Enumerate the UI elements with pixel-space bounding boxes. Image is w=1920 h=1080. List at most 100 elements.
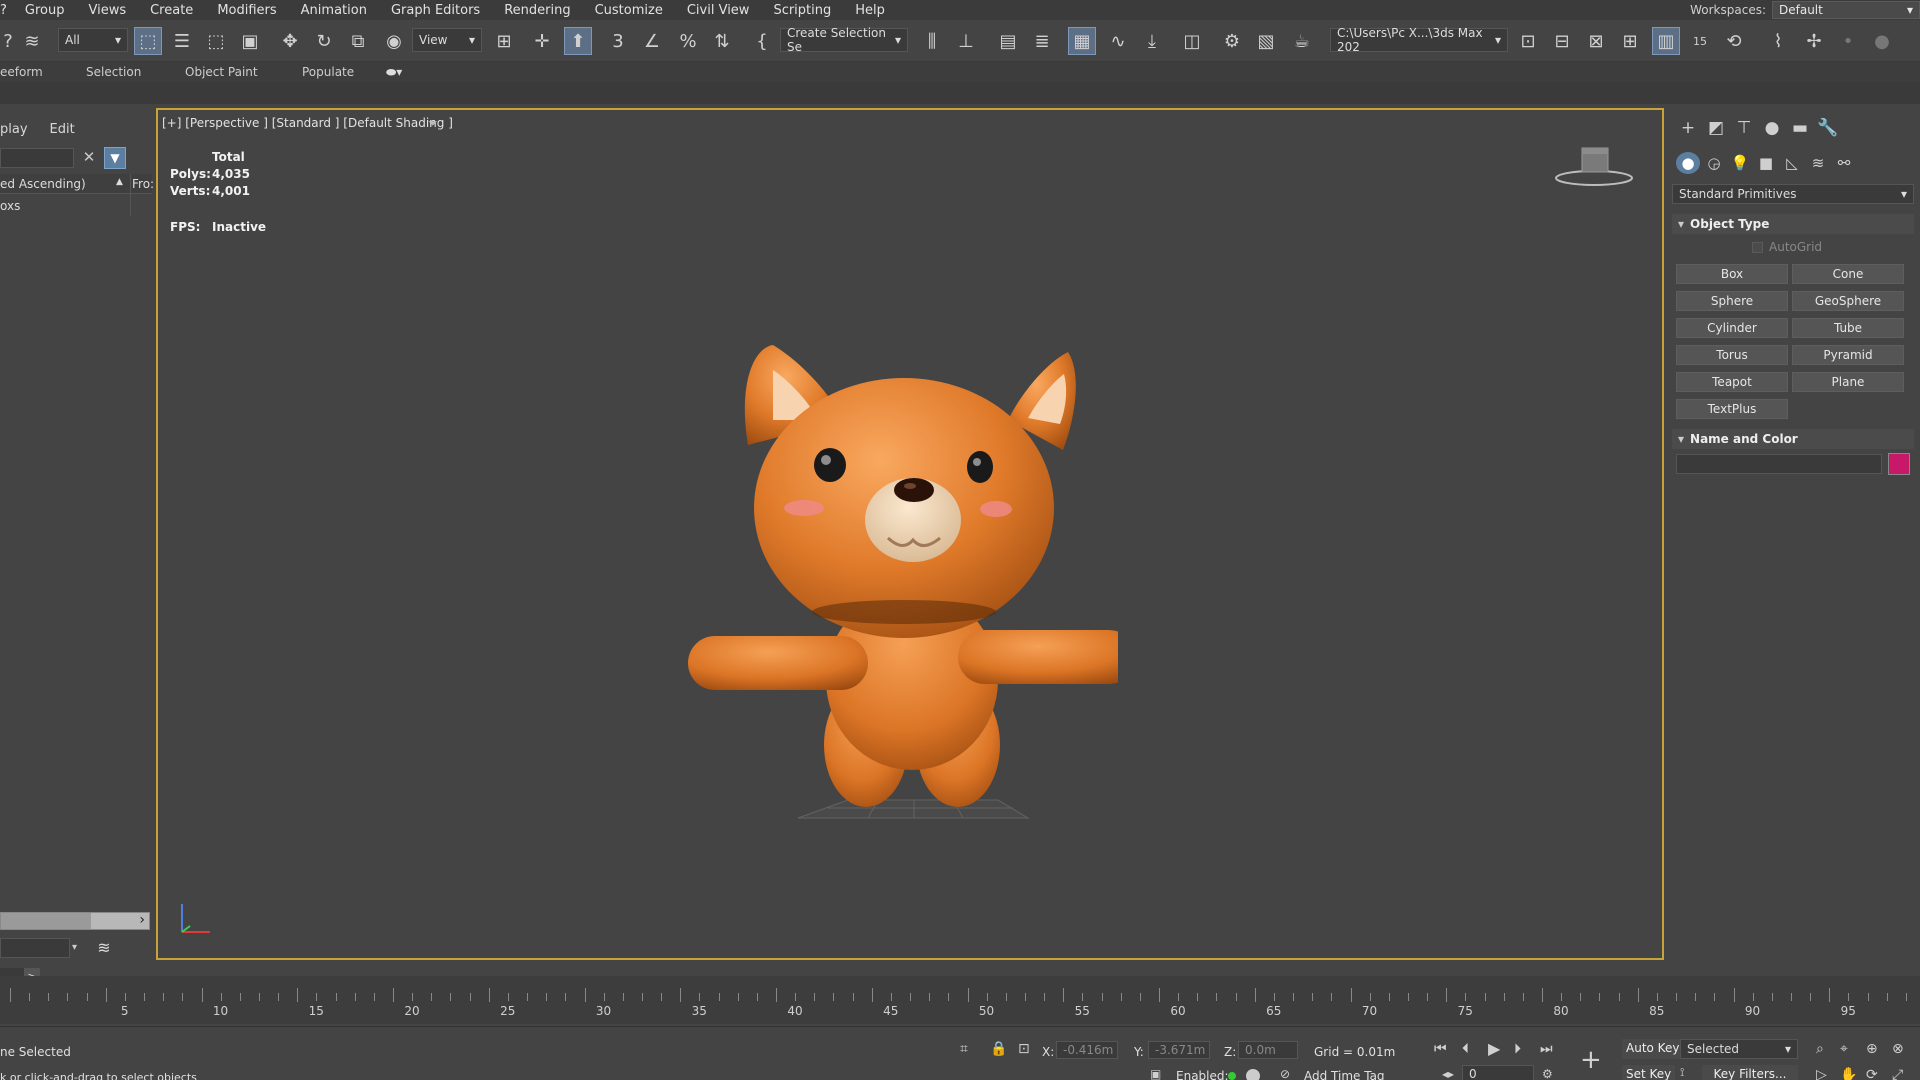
retime-icon[interactable]: ⟲ [1720,27,1748,55]
menu-create[interactable]: Create [138,3,205,18]
menu-modifiers[interactable]: Modifiers [205,3,288,18]
explorer-layer-field[interactable] [0,938,70,958]
object-name-input[interactable] [1676,454,1882,474]
x-coordinate-field[interactable]: -0.416m [1056,1041,1118,1059]
scrollbar-thumb[interactable] [1,913,91,929]
time-tag-icon[interactable]: ⊘ [1280,1067,1290,1080]
align-icon[interactable]: ⊥ [952,27,980,55]
utilities-tab-icon[interactable]: 🔧 [1816,116,1840,140]
viewcube-icon[interactable] [1554,140,1634,190]
object-color-swatch[interactable] [1888,453,1910,475]
primitive-sphere-button[interactable]: Sphere [1676,291,1788,311]
motion-tab-icon[interactable]: ● [1760,116,1784,140]
autobackup-icon[interactable]: 15 [1686,27,1714,55]
menu-group[interactable]: Group [13,3,77,18]
project-icon[interactable]: ⊠ [1582,27,1610,55]
schematic-view-icon[interactable]: ⤓ [1138,27,1166,55]
helpers-icon[interactable]: ◺ [1780,152,1804,174]
percent-snap-icon[interactable]: % [674,27,702,55]
key-mode-dropdown[interactable]: Selected ▾ [1680,1039,1798,1059]
viewport-label[interactable]: [+] [Perspective ] [Standard ] [Default … [162,116,453,130]
select-by-name-icon[interactable]: ☰ [168,27,196,55]
z-coordinate-field[interactable]: 0.0m [1238,1041,1298,1059]
menu-civil-view[interactable]: Civil View [675,3,762,18]
edit-named-selection-icon[interactable]: { [748,27,776,55]
previous-frame-icon[interactable]: ⏴ [1462,1041,1469,1057]
reference-coord-dropdown[interactable]: View ▾ [412,28,482,52]
primitive-plane-button[interactable]: Plane [1792,372,1904,392]
keyboard-shortcut-override-icon[interactable]: ⬆ [564,27,592,55]
explorer-menu-display[interactable]: play [0,122,28,137]
selection-filter-dropdown[interactable]: All ▾ [58,28,128,52]
layer-explorer-icon[interactable]: ≣ [1028,27,1056,55]
spinner-snap-icon[interactable]: ⇅ [708,27,736,55]
save-scene-icon[interactable]: ▥ [1652,27,1680,55]
object-category-dropdown[interactable]: Standard Primitives ▾ [1672,184,1914,204]
hierarchy-tab-icon[interactable]: ⊤ [1732,116,1756,140]
brush-icon[interactable]: ⌇ [1764,27,1792,55]
viewport-filter-icon[interactable]: ⏷ [428,116,438,131]
fox-character-model[interactable] [678,290,1118,830]
menu-customize[interactable]: Customize [583,3,675,18]
bind-space-warp-icon[interactable]: ≋ [18,27,46,55]
absolute-mode-icon[interactable]: ⊡ [1018,1041,1030,1057]
primitive-torus-button[interactable]: Torus [1676,345,1788,365]
menu-views[interactable]: Views [76,3,138,18]
display-tab-icon[interactable]: ▬ [1788,116,1812,140]
next-frame-icon[interactable]: ⏵ [1514,1041,1521,1057]
menu-animation[interactable]: Animation [289,3,379,18]
zoom-extents-all-icon[interactable]: ⊗ [1892,1041,1904,1057]
ribbon-options-icon[interactable]: ⬬▾ [386,65,402,80]
create-tab-icon[interactable]: + [1676,116,1700,140]
ribbon-tab-freeform[interactable]: eeform [0,65,43,79]
primitive-geosphere-button[interactable]: GeoSphere [1792,291,1904,311]
explorer-menu-edit[interactable]: Edit [50,122,75,137]
primitive-tube-button[interactable]: Tube [1792,318,1904,338]
window-crossing-icon[interactable]: ▣ [236,27,264,55]
ribbon-tab-selection[interactable]: Selection [86,65,141,79]
lock-icon[interactable]: 🔒 [990,1041,1007,1057]
close-icon[interactable]: ✕ [80,148,98,168]
place-icon[interactable]: ◉ [380,27,408,55]
current-frame-field[interactable]: 0 [1462,1065,1534,1080]
set-project-icon[interactable]: ⊞ [1616,27,1644,55]
snaps-toggle-icon[interactable]: 3 [604,27,632,55]
isolate-selection-icon[interactable]: ⌗ [960,1041,968,1057]
ribbon-tab-populate[interactable]: Populate [302,65,354,79]
goto-end-icon[interactable]: ⏭ [1540,1041,1553,1057]
zoom-icon[interactable]: ⌕ [1816,1041,1824,1057]
primitive-teapot-button[interactable]: Teapot [1676,372,1788,392]
primitive-box-button[interactable]: Box [1676,264,1788,284]
toggle-icon[interactable] [1246,1069,1260,1080]
pan-icon[interactable]: ✋ [1840,1067,1857,1080]
field-of-view-icon[interactable]: ▷ [1816,1067,1827,1080]
menu-help[interactable]: Help [843,3,897,18]
modify-tab-icon[interactable]: ◩ [1704,116,1728,140]
key-mode-toggle-icon[interactable]: ◂▸ [1442,1067,1454,1080]
systems-icon[interactable]: ⚯ [1832,152,1856,174]
scale-icon[interactable]: ⧉ [344,27,372,55]
primitive-cone-button[interactable]: Cone [1792,264,1904,284]
menu-scripting[interactable]: Scripting [761,3,843,18]
primitive-pyramid-button[interactable]: Pyramid [1792,345,1904,365]
object-type-rollout[interactable]: ▾ Object Type [1672,214,1914,234]
named-selection-sets-dropdown[interactable]: Create Selection Se ▾ [780,26,908,54]
primitive-cylinder-button[interactable]: Cylinder [1676,318,1788,338]
add-time-tag-label[interactable]: Add Time Tag [1304,1069,1385,1080]
open-folder-icon[interactable]: ⊟ [1548,27,1576,55]
adaptive-degradation-icon[interactable]: ▣ [1150,1067,1161,1080]
time-configuration-icon[interactable]: ⚙ [1542,1067,1553,1080]
goto-start-icon[interactable]: ⏮ [1434,1041,1447,1057]
space-warps-icon[interactable]: ≋ [1806,152,1830,174]
menu-help-glyph[interactable]: ? [0,3,13,18]
select-object-icon[interactable]: ⬚ [134,27,162,55]
project-folder-dropdown[interactable]: C:\Users\Pc X...\3ds Max 202 ▾ [1330,26,1508,54]
explorer-scrollbar[interactable]: › [0,912,150,930]
pivot-center-icon[interactable]: ⊞ [490,27,518,55]
filter-icon[interactable]: ▼ [104,147,126,169]
auto-key-button[interactable]: Auto Key [1622,1039,1684,1059]
workspaces-dropdown[interactable]: Default ▾ [1772,1,1920,19]
mirror-icon[interactable]: ⫼ [918,27,946,55]
chevron-right-icon[interactable]: › [139,912,145,928]
key-filter-icon[interactable]: ⟟ [1680,1065,1684,1080]
